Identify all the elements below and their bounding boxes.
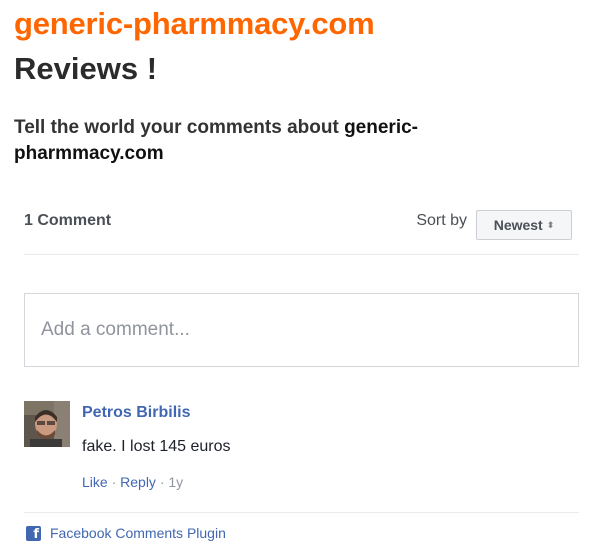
- intro-prefix: Tell the world your comments about: [14, 117, 339, 138]
- reply-link[interactable]: Reply: [120, 474, 156, 490]
- comment-count: 1 Comment: [24, 212, 112, 229]
- sort-arrows-icon: ⬍: [546, 219, 555, 230]
- comment-actions: Like · Reply · 1y: [82, 474, 183, 490]
- footer-divider: [24, 512, 579, 513]
- add-comment-input[interactable]: [25, 294, 578, 366]
- page-title: Reviews !: [14, 51, 158, 86]
- sort-label: Sort by: [416, 212, 467, 229]
- like-link[interactable]: Like: [82, 474, 108, 490]
- sort-selected-value: Newest: [493, 217, 543, 233]
- comment-text: fake. I lost 145 euros: [82, 438, 231, 455]
- comment-box: [24, 293, 579, 367]
- facebook-icon: f: [26, 525, 41, 541]
- comment-item: Petros Birbilis fake. I lost 145 euros L…: [24, 401, 579, 501]
- avatar-photo: [24, 401, 70, 447]
- comment-timestamp[interactable]: 1y: [168, 474, 183, 490]
- comments-header: 1 Comment Sort by Newest ⬍: [24, 208, 579, 248]
- facebook-plugin-label: Facebook Comments Plugin: [50, 525, 226, 541]
- action-separator: ·: [111, 474, 121, 490]
- facebook-plugin-link[interactable]: f Facebook Comments Plugin: [26, 523, 226, 543]
- sort-select[interactable]: Newest ⬍: [476, 210, 572, 240]
- avatar[interactable]: [24, 401, 70, 447]
- header-divider: [24, 254, 579, 255]
- intro-text: Tell the world your comments about gener…: [14, 115, 534, 167]
- comment-author[interactable]: Petros Birbilis: [82, 404, 190, 422]
- site-title: generic-pharmmacy.com: [14, 6, 375, 41]
